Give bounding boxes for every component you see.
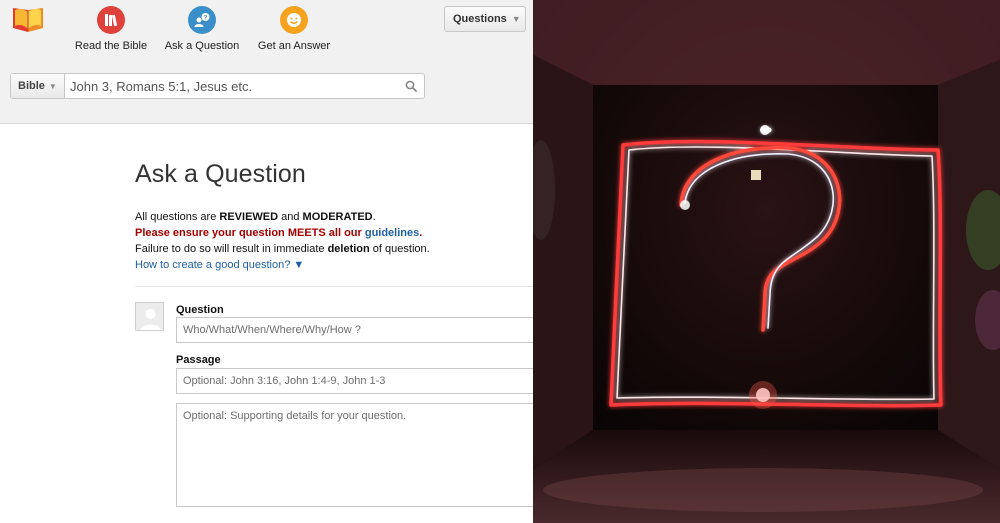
divider: [135, 286, 533, 287]
moderation-notice: All questions are REVIEWED and MODERATED…: [135, 209, 533, 257]
nav-answer-label: Get an Answer: [257, 40, 331, 52]
guidelines-link[interactable]: guidelines: [365, 227, 419, 239]
passage-label: Passage: [176, 354, 221, 366]
search-input[interactable]: [65, 74, 398, 98]
search-icon[interactable]: [398, 74, 424, 98]
question-input[interactable]: [176, 317, 533, 343]
passage-input[interactable]: [176, 368, 533, 394]
user-placeholder-icon: [135, 302, 164, 331]
nav-get-answer[interactable]: Get an Answer: [254, 6, 334, 52]
notice-text: All questions are: [135, 211, 220, 223]
neon-question-mark-image: [533, 0, 1000, 523]
question-mark-photo: [533, 0, 1000, 523]
nav-ask-question[interactable]: ? Ask a Question: [162, 6, 242, 52]
notice-text: of question.: [369, 243, 430, 255]
books-icon: [97, 6, 125, 34]
notice-moderated: MODERATED: [302, 211, 373, 223]
nav-read-bible[interactable]: Read the Bible: [72, 6, 150, 52]
notice-line-3: Failure to do so will result in immediat…: [135, 241, 533, 257]
details-textarea[interactable]: [176, 403, 533, 507]
notice-text: and: [278, 211, 303, 223]
ask-question-page: Read the Bible ? Ask a Question Get an A…: [0, 0, 533, 523]
search-scope-select[interactable]: Bible ▼: [11, 74, 65, 98]
notice-warning: Please ensure your question MEETS all ou…: [135, 227, 365, 239]
people-question-icon: ?: [188, 6, 216, 34]
nav-read-label: Read the Bible: [74, 40, 148, 52]
notice-text: .: [372, 211, 376, 223]
book-logo-icon[interactable]: [10, 4, 46, 34]
questions-dropdown-label: Questions: [453, 13, 507, 25]
how-to-ask-link[interactable]: How to create a good question? ▼: [135, 257, 533, 273]
search-scope-label: Bible: [18, 80, 45, 92]
notice-reviewed: REVIEWED: [219, 211, 279, 223]
svg-text:?: ?: [204, 16, 208, 22]
notice-deletion: deletion: [327, 243, 370, 255]
search-bar: Bible ▼: [10, 73, 425, 99]
question-label: Question: [176, 304, 224, 316]
notice-text: .: [419, 227, 423, 239]
page-title: Ask a Question: [135, 160, 306, 188]
nav-ask-label: Ask a Question: [164, 40, 240, 52]
notice-text: Failure to do so will result in immediat…: [135, 243, 328, 255]
header: Read the Bible ? Ask a Question Get an A…: [0, 0, 533, 124]
notice-line-1: All questions are REVIEWED and MODERATED…: [135, 209, 533, 225]
smiley-icon: [280, 6, 308, 34]
ask-intro: Ask a Question All questions are REVIEWE…: [135, 160, 533, 273]
notice-line-2: Please ensure your question MEETS all ou…: [135, 225, 533, 241]
questions-dropdown[interactable]: Questions ▼: [444, 6, 526, 32]
caret-down-icon: ▼: [48, 81, 57, 91]
caret-down-icon: ▼: [511, 14, 521, 24]
